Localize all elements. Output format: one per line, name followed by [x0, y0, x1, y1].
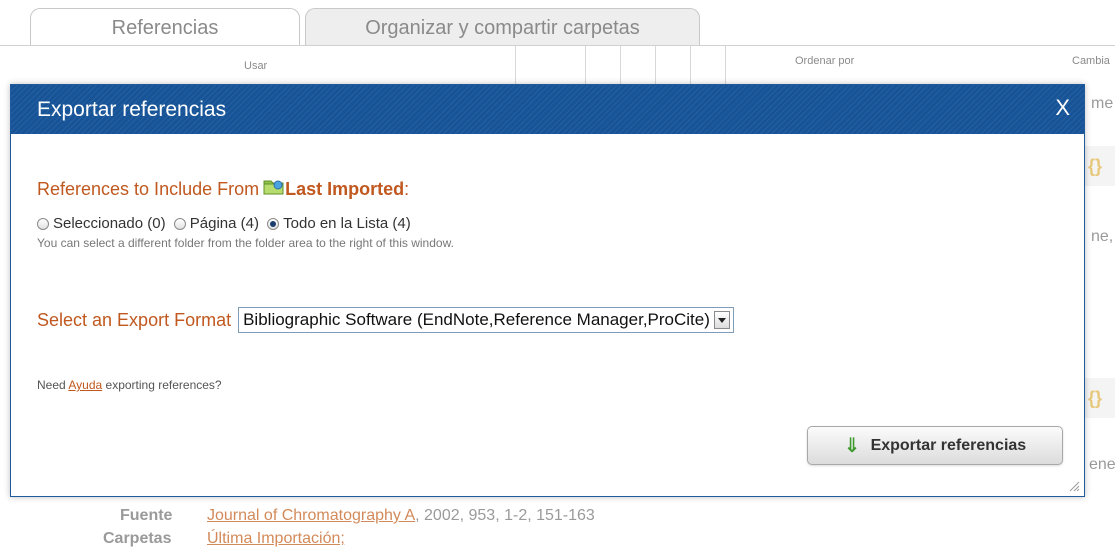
- colon: :: [404, 179, 410, 199]
- help-prefix: Need: [37, 378, 66, 392]
- tab-divider: [0, 45, 1115, 46]
- export-button-label: Exportar referencias: [870, 436, 1027, 454]
- column-divider: [655, 46, 656, 86]
- column-divider: [585, 46, 586, 86]
- radio-pagina[interactable]: Página (4): [173, 215, 259, 232]
- tab-referencias[interactable]: Referencias: [30, 8, 300, 46]
- tab-organizar-carpetas[interactable]: Organizar y compartir carpetas: [305, 8, 700, 46]
- radio-button[interactable]: [173, 217, 186, 230]
- source-details: , 2002, 953, 1-2, 151-163: [415, 507, 595, 524]
- radio-label: Página (4): [189, 215, 259, 232]
- radio-seleccionado[interactable]: Seleccionado (0): [37, 215, 166, 232]
- dialog-header: Exportar referencias X: [11, 85, 1084, 134]
- folder-hint: You can select a different folder from t…: [37, 236, 454, 250]
- folders-label: Carpetas: [103, 530, 172, 547]
- column-divider: [620, 46, 621, 86]
- include-heading-row: References to Include From Last Imported…: [37, 178, 409, 200]
- export-button[interactable]: ⇓ Exportar referencias: [807, 426, 1063, 465]
- include-heading: References to Include From: [37, 179, 260, 199]
- format-row: Select an Export Format Bibliographic So…: [37, 307, 734, 333]
- radio-button[interactable]: [37, 217, 49, 230]
- radio-button-checked[interactable]: [267, 217, 280, 230]
- format-select-value: Bibliographic Software (EndNote,Referenc…: [243, 310, 710, 329]
- radio-label: Seleccionado (0): [53, 215, 166, 232]
- help-suffix: exporting references?: [105, 378, 222, 392]
- edge-fragment: ene: [1089, 456, 1115, 473]
- format-select[interactable]: Bibliographic Software (EndNote,Referenc…: [238, 307, 734, 333]
- export-dialog: Exportar referencias X References to Inc…: [10, 84, 1085, 497]
- dialog-title: Exportar referencias: [37, 98, 227, 121]
- folder-icon: [263, 178, 285, 196]
- column-divider: [690, 46, 691, 86]
- source-line: Journal of Chromatography A, 2002, 953, …: [207, 507, 595, 525]
- resize-grip-icon[interactable]: [1068, 480, 1080, 492]
- braces-icon: {}: [1084, 378, 1115, 418]
- chevron-down-icon[interactable]: [713, 311, 730, 329]
- radio-label: Todo en la Lista (4): [283, 215, 411, 232]
- column-divider: [725, 46, 726, 86]
- source-link[interactable]: Journal of Chromatography A: [207, 507, 415, 524]
- source-label: Fuente: [120, 507, 173, 524]
- help-line: Need Ayuda exporting references?: [37, 378, 222, 392]
- folders-link[interactable]: Última Importación;: [207, 530, 345, 548]
- braces-icon: {}: [1084, 146, 1115, 186]
- down-arrow-icon: ⇓: [843, 435, 861, 457]
- radio-todo-en-la-lista[interactable]: Todo en la Lista (4): [267, 215, 411, 232]
- help-link[interactable]: Ayuda: [68, 378, 102, 392]
- close-icon[interactable]: X: [1055, 95, 1070, 121]
- sort-label: Ordenar por: [795, 55, 855, 67]
- format-label: Select an Export Format: [37, 309, 232, 330]
- change-label: Cambia: [1072, 55, 1110, 67]
- edge-fragment: me: [1091, 95, 1114, 112]
- scope-radio-group: Seleccionado (0) Página (4) Todo en la L…: [37, 215, 415, 234]
- folder-name[interactable]: Last Imported: [285, 179, 404, 199]
- edge-fragment: ne,: [1091, 228, 1114, 245]
- use-label: Usar: [244, 60, 268, 72]
- column-divider: [515, 46, 516, 86]
